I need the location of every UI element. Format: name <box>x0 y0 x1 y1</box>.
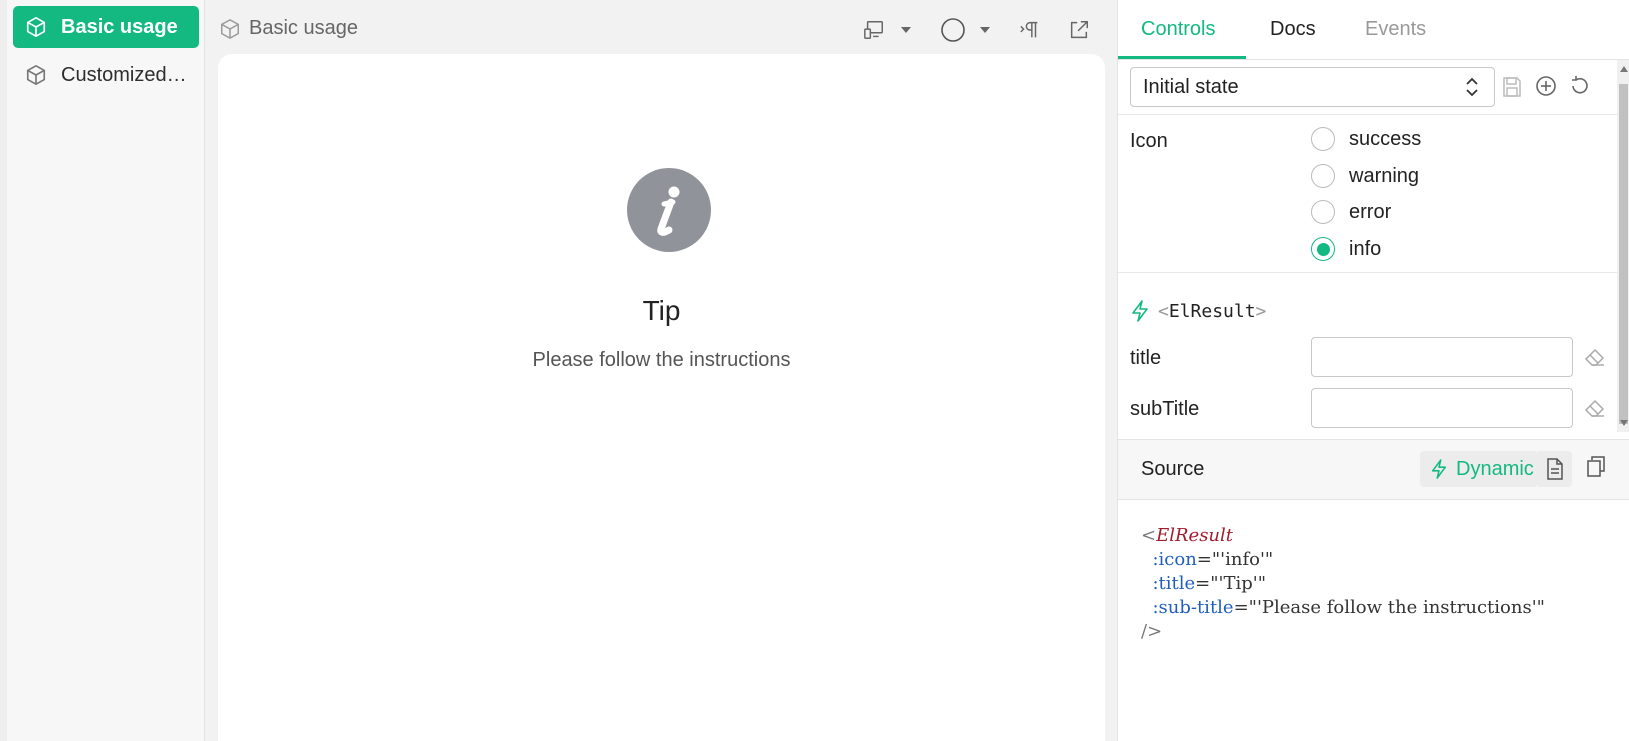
cube-icon <box>26 17 46 37</box>
panel-tabs: Controls Docs Events <box>1118 0 1629 60</box>
sidebar-item-basic-usage[interactable]: Basic usage <box>13 6 199 48</box>
layout-dropdown[interactable] <box>863 16 913 44</box>
responsive-icon <box>864 21 883 39</box>
sidebar: Basic usage Customized… <box>0 0 205 741</box>
controls-scrollbar[interactable] <box>1617 60 1629 432</box>
code-self-close: /> <box>1141 621 1163 642</box>
external-link-icon <box>1070 21 1088 39</box>
radio-info[interactable]: info <box>1311 237 1381 261</box>
tab-events[interactable]: Events <box>1365 18 1426 41</box>
component-tag: ElResult <box>1168 300 1256 322</box>
code-open-bracket: < <box>1141 525 1157 546</box>
radio-success[interactable]: success <box>1311 127 1421 151</box>
code-attr: :title <box>1152 573 1196 594</box>
radio-circle[interactable] <box>1311 164 1335 188</box>
active-tab-indicator <box>1118 56 1246 59</box>
cube-icon <box>26 65 46 85</box>
subtitle-input[interactable] <box>1311 388 1573 428</box>
dynamic-button-label: Dynamic <box>1456 457 1534 480</box>
component-close-bracket: > <box>1255 300 1267 322</box>
sidebar-item-label: Basic usage <box>61 15 178 38</box>
eraser-icon[interactable] <box>1584 398 1606 418</box>
radio-label: success <box>1349 127 1422 150</box>
component-open-bracket: < <box>1158 300 1169 322</box>
info-icon <box>627 168 711 252</box>
code-value: ="'info'" <box>1196 549 1274 570</box>
title-input[interactable] <box>1311 337 1573 377</box>
breadcrumb-label: Basic usage <box>249 17 358 39</box>
radio-circle-checked[interactable] <box>1311 237 1335 261</box>
lightning-icon <box>1132 300 1148 322</box>
open-external-button[interactable] <box>1068 16 1090 44</box>
sidebar-item-label: Customized… <box>61 63 187 86</box>
rtl-toggle[interactable] <box>1019 16 1041 44</box>
result-title: Tip <box>642 295 681 326</box>
source-code: <ElResult :icon="'info'" :title="'Tip'" … <box>1141 524 1629 644</box>
copy-icon[interactable] <box>1586 455 1606 477</box>
preview-area: Basic usage Tip Please follow the instru… <box>205 0 1117 741</box>
document-icon <box>1547 458 1563 480</box>
divider <box>1118 114 1618 115</box>
code-value: ="'Please follow the instructions'" <box>1233 597 1545 618</box>
preview-toolbar: Basic usage <box>205 0 1117 54</box>
state-select-value: Initial state <box>1143 75 1239 98</box>
scroll-thumb[interactable] <box>1619 84 1628 424</box>
icon-field-label: Icon <box>1130 130 1168 152</box>
scroll-up-arrow[interactable] <box>1620 66 1628 72</box>
chevron-updown-icon <box>1466 77 1478 97</box>
add-circle-icon[interactable] <box>1535 75 1557 97</box>
code-attr: :icon <box>1152 549 1197 570</box>
cube-icon <box>221 18 239 39</box>
controls-panel: Controls Docs Events Initial state Icon … <box>1117 0 1629 741</box>
subtitle-field-label: subTitle <box>1130 398 1200 420</box>
pilcrow-icon <box>1020 21 1038 38</box>
circle-icon <box>941 18 965 42</box>
radio-circle[interactable] <box>1311 200 1335 224</box>
code-tag: ElResult <box>1156 525 1234 546</box>
save-icon[interactable] <box>1502 76 1522 98</box>
radio-label: error <box>1349 200 1392 223</box>
reset-icon[interactable] <box>1569 75 1591 97</box>
sidebar-item-customized[interactable]: Customized… <box>13 54 199 96</box>
background-dropdown[interactable] <box>940 16 992 44</box>
code-value: ="'Tip'" <box>1195 573 1266 594</box>
source-toolbar: Source Dynamic <box>1118 439 1629 500</box>
state-select[interactable]: Initial state <box>1130 67 1495 107</box>
sidebar-edge <box>0 0 7 741</box>
radio-error[interactable]: error <box>1311 200 1391 224</box>
lightning-icon <box>1431 459 1447 479</box>
eraser-icon[interactable] <box>1584 347 1606 367</box>
radio-circle[interactable] <box>1311 127 1335 151</box>
preview-canvas: Tip Please follow the instructions <box>218 54 1105 741</box>
document-button[interactable] <box>1538 451 1572 487</box>
tab-controls[interactable]: Controls <box>1141 18 1215 41</box>
chevron-down-icon <box>980 27 990 33</box>
component-name: < ElResult > <box>1130 300 1266 322</box>
dynamic-button[interactable]: Dynamic <box>1420 451 1538 487</box>
breadcrumb: Basic usage <box>219 17 358 40</box>
source-label: Source <box>1141 458 1205 480</box>
tab-docs[interactable]: Docs <box>1270 18 1316 41</box>
divider <box>1118 272 1618 273</box>
scroll-down-arrow[interactable] <box>1620 420 1628 426</box>
chevron-down-icon <box>901 27 911 33</box>
result-subtitle: Please follow the instructions <box>532 349 791 371</box>
radio-warning[interactable]: warning <box>1311 164 1419 188</box>
code-attr: :sub-title <box>1152 597 1234 618</box>
title-field-label: title <box>1130 347 1162 369</box>
radio-label: info <box>1349 237 1382 260</box>
radio-label: warning <box>1349 164 1420 187</box>
